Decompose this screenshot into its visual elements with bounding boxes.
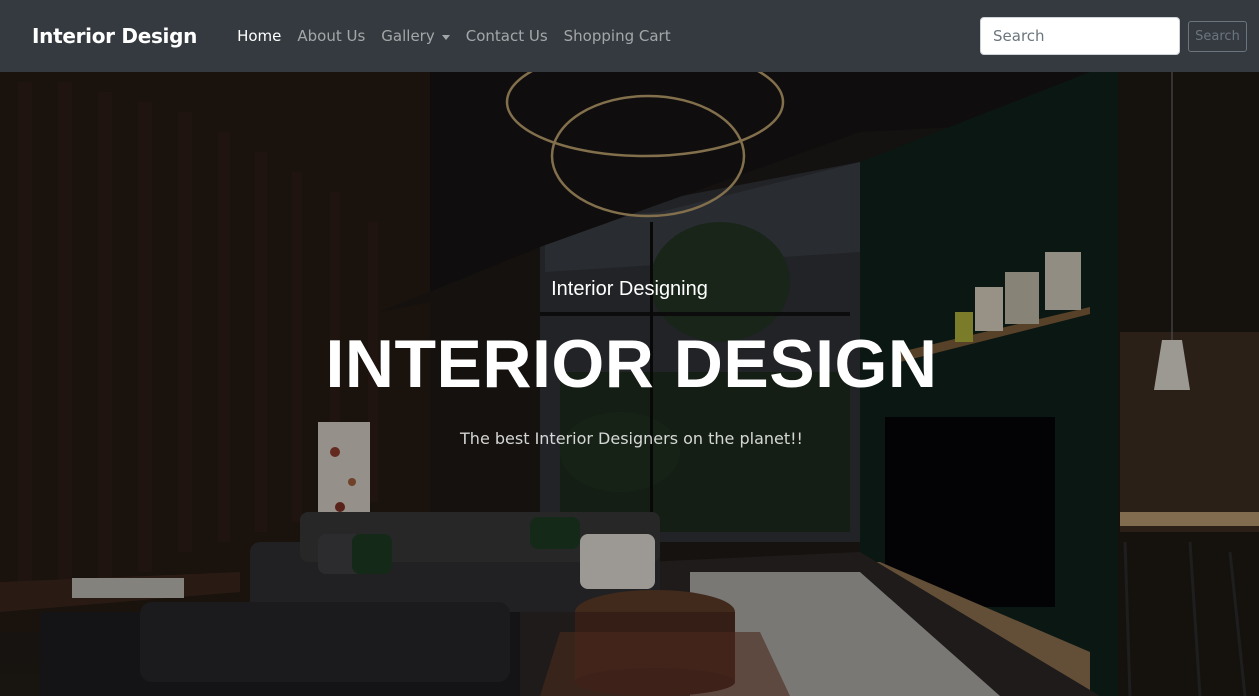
hero-subtitle: Interior Designing	[551, 278, 708, 300]
brand-logo[interactable]: Interior Design	[32, 24, 197, 48]
nav-about-link[interactable]: About Us	[297, 27, 365, 45]
hero-tagline: The best Interior Designers on the plane…	[460, 429, 803, 448]
top-navbar: Interior Design Home About Us Gallery Co…	[0, 0, 1259, 72]
nav-contact-link[interactable]: Contact Us	[466, 27, 548, 45]
search-input[interactable]	[980, 17, 1180, 55]
caret-down-icon	[441, 34, 450, 40]
nav-links: Home About Us Gallery Contact Us Shoppin…	[237, 27, 687, 45]
nav-gallery-label: Gallery	[381, 27, 435, 45]
nav-cart-link[interactable]: Shopping Cart	[564, 27, 671, 45]
nav-home-link[interactable]: Home	[237, 27, 281, 45]
hero-title: INTERIOR DESIGN	[325, 326, 938, 402]
search-form: Search	[980, 17, 1247, 55]
search-button[interactable]: Search	[1188, 20, 1247, 52]
hero-section: Interior Designing INTERIOR DESIGN The b…	[0, 72, 1259, 696]
nav-gallery-dropdown[interactable]: Gallery	[381, 27, 450, 45]
